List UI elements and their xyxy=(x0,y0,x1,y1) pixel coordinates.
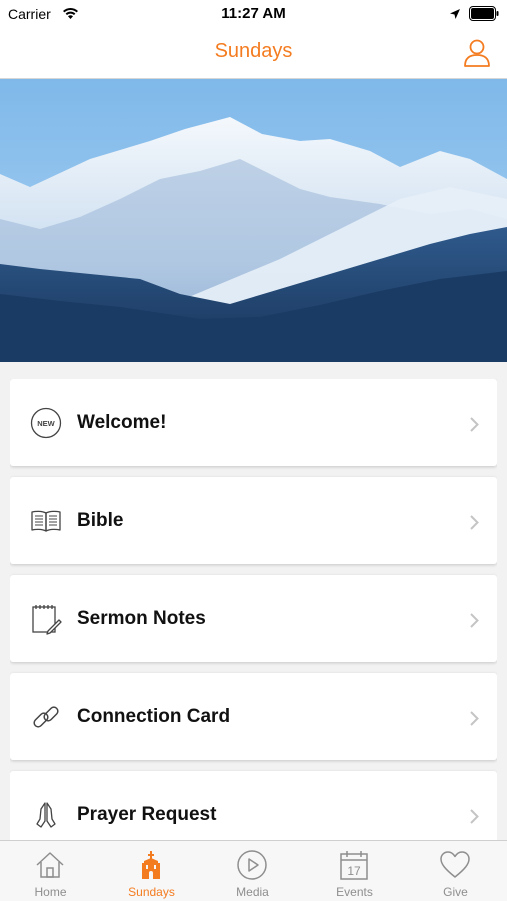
play-icon xyxy=(237,850,267,880)
tab-give[interactable]: Give xyxy=(405,841,506,901)
new-badge-text: NEW xyxy=(37,419,55,428)
menu-item-prayer-request[interactable]: Prayer Request xyxy=(10,771,497,840)
tab-media[interactable]: Media xyxy=(202,841,303,901)
home-icon xyxy=(36,852,64,878)
menu-item-sermon-notes[interactable]: Sermon Notes xyxy=(10,575,497,662)
location-arrow-icon xyxy=(450,9,460,19)
chevron-right-icon xyxy=(470,515,479,530)
hero-mountain-image xyxy=(0,79,507,362)
menu-item-welcome[interactable]: NEW Welcome! xyxy=(10,379,497,466)
nav-bar: Sundays xyxy=(0,28,507,79)
chevron-right-icon xyxy=(470,613,479,628)
calendar-icon: 17 xyxy=(340,851,368,880)
church-icon xyxy=(142,851,160,879)
menu-item-label: Sermon Notes xyxy=(77,608,206,629)
tab-label: Sundays xyxy=(128,885,175,899)
tab-label: Give xyxy=(443,885,468,899)
tab-label: Home xyxy=(34,885,67,899)
chevron-right-icon xyxy=(470,711,479,726)
notepad-icon xyxy=(32,605,62,635)
link-icon xyxy=(33,706,59,728)
tab-label: Events xyxy=(336,885,373,899)
heart-icon xyxy=(440,851,470,878)
book-icon xyxy=(31,510,61,532)
status-bar: Carrier 11:27 AM xyxy=(0,0,507,28)
menu-item-connection-card[interactable]: Connection Card xyxy=(10,673,497,760)
page-title: Sundays xyxy=(214,40,293,62)
calendar-date: 17 xyxy=(347,864,361,878)
tab-bar: Home Sundays Media 17 Events Give xyxy=(0,840,507,901)
praying-hands-icon xyxy=(36,802,56,828)
tab-sundays[interactable]: Sundays xyxy=(101,841,202,901)
user-icon[interactable] xyxy=(463,38,491,68)
menu-item-label: Prayer Request xyxy=(77,804,217,825)
menu-item-label: Connection Card xyxy=(77,706,231,727)
chevron-right-icon xyxy=(470,417,479,432)
battery-icon xyxy=(469,6,499,21)
tab-label: Media xyxy=(236,885,269,899)
new-badge-icon: NEW xyxy=(30,407,62,439)
menu-item-label: Bible xyxy=(77,510,124,531)
tab-events[interactable]: 17 Events xyxy=(304,841,405,901)
chevron-right-icon xyxy=(470,809,479,824)
status-time: 11:27 AM xyxy=(221,5,286,22)
sunday-menu-list: NEW Welcome! Bible Sermon Notes Connecti… xyxy=(10,379,497,840)
menu-item-label: Welcome! xyxy=(77,412,167,433)
menu-item-bible[interactable]: Bible xyxy=(10,477,497,564)
tab-home[interactable]: Home xyxy=(0,841,101,901)
